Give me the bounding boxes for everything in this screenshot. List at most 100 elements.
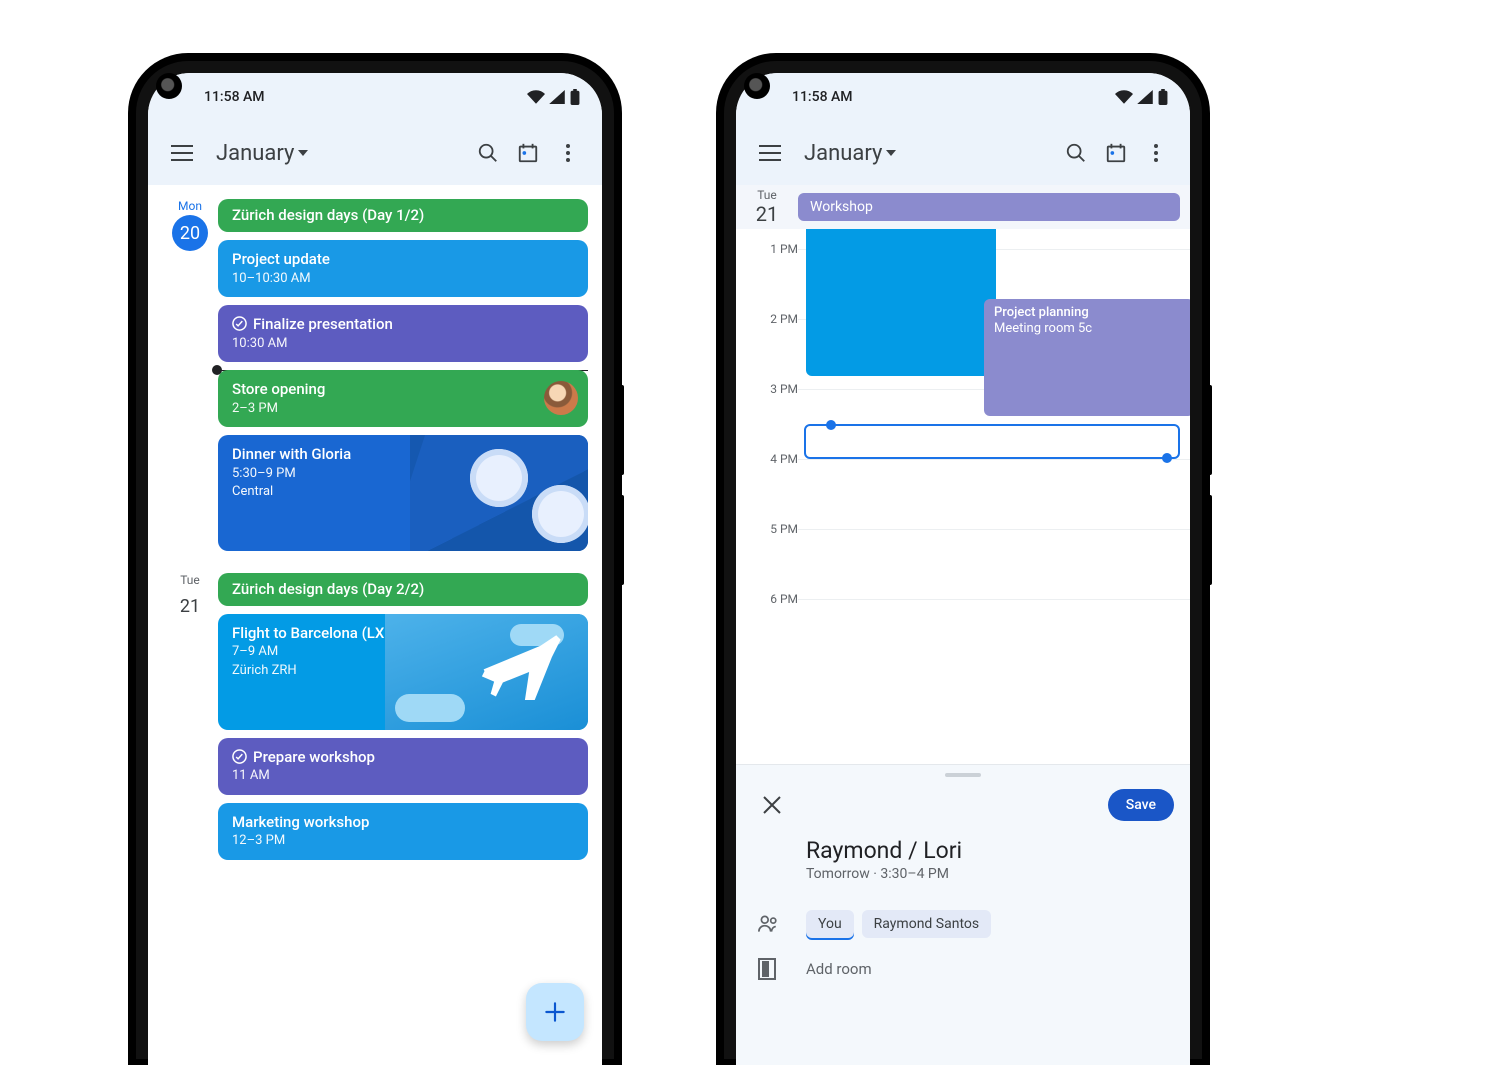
hour-label: 5 PM	[736, 522, 806, 536]
resize-handle-bottom[interactable]	[1162, 453, 1172, 463]
hour-label: 3 PM	[736, 382, 806, 396]
event-title: Project planning	[994, 305, 1184, 321]
calendar-today-icon	[1105, 142, 1127, 164]
event[interactable]: Dinner with Gloria5:30–9 PMCentral	[218, 435, 588, 551]
hour-line	[798, 529, 1190, 530]
wifi-icon	[527, 90, 545, 104]
hour-label: 6 PM	[736, 592, 806, 606]
check-circle-icon	[232, 749, 247, 764]
day-header-weekday: Tue	[736, 188, 798, 202]
hour-line	[798, 459, 1190, 460]
attendee-chip[interactable]: Raymond Santos	[862, 910, 991, 938]
month-picker[interactable]: January	[216, 141, 294, 166]
event[interactable]: Zürich design days (Day 1/2)	[218, 199, 588, 232]
save-button-label: Save	[1126, 797, 1156, 813]
plane-icon	[478, 630, 568, 700]
check-circle-icon	[232, 316, 247, 331]
event[interactable]: Prepare workshop 11 AM	[218, 738, 588, 795]
event-subtitle: 11 AM	[232, 768, 574, 784]
today-button[interactable]	[508, 133, 548, 173]
battery-icon	[570, 89, 580, 105]
event-title: Zürich design days (Day 2/2)	[232, 580, 424, 598]
all-day-row: Tue 21 Workshop	[736, 185, 1190, 229]
day-number: 21	[172, 589, 208, 625]
event-illustration	[410, 435, 588, 551]
event-title: Prepare workshop	[253, 748, 375, 766]
event-title: Finalize presentation	[253, 315, 393, 333]
app-bar: January	[736, 121, 1190, 186]
hour-label: 1 PM	[736, 242, 806, 256]
grid-event[interactable]: Project planningMeeting room 5c	[984, 299, 1190, 416]
event-subtitle: Meeting room 5c	[994, 321, 1184, 337]
chevron-down-icon	[886, 150, 896, 156]
search-button[interactable]	[468, 133, 508, 173]
status-bar: 11:58 AM	[148, 73, 602, 121]
hour-label: 2 PM	[736, 312, 806, 326]
event[interactable]: Zürich design days (Day 2/2)	[218, 573, 588, 606]
attendee-chips: You Raymond Santos	[806, 910, 991, 938]
calendar-today-icon	[517, 142, 539, 164]
event-subtitle: 10:30 AM	[232, 336, 574, 352]
day-grid[interactable]: 1 PM 2 PM 3 PM 4 PM 5 PM 6 PM Meeting room 4aP…	[736, 229, 1190, 649]
attendee-chip-you[interactable]: You	[806, 910, 854, 938]
front-camera	[156, 73, 182, 99]
add-room-button[interactable]: Add room	[806, 960, 872, 978]
event-title: Marketing workshop	[232, 813, 369, 831]
overflow-button[interactable]	[1136, 133, 1176, 173]
menu-button[interactable]	[750, 133, 790, 173]
event-subtitle: 10–10:30 AM	[232, 271, 574, 287]
event-subtitle: 12–3 PM	[232, 833, 574, 849]
resize-handle-top[interactable]	[826, 420, 836, 430]
search-button[interactable]	[1056, 133, 1096, 173]
cell-signal-icon	[1137, 90, 1153, 104]
event-title: Zürich design days (Day 1/2)	[232, 206, 424, 224]
app-bar: January	[148, 121, 602, 186]
more-vert-icon	[566, 144, 570, 162]
day-weekday: Tue	[162, 573, 218, 587]
cell-signal-icon	[549, 90, 565, 104]
status-time: 11:58 AM	[792, 89, 853, 105]
attendee-avatar	[544, 381, 578, 415]
hour-label: 4 PM	[736, 452, 806, 466]
event[interactable]: Marketing workshop 12–3 PM	[218, 803, 588, 860]
event[interactable]: Finalize presentation 10:30 AM	[218, 305, 588, 362]
create-event-fab[interactable]	[526, 983, 584, 1041]
new-event-slot[interactable]	[804, 424, 1180, 459]
event-subtitle: 2–3 PM	[232, 401, 574, 417]
day-header-number: 21	[736, 202, 798, 226]
today-button[interactable]	[1096, 133, 1136, 173]
overflow-button[interactable]	[548, 133, 588, 173]
event-title: Project update	[232, 250, 330, 268]
all-day-event[interactable]: Workshop	[798, 193, 1180, 221]
chevron-down-icon	[298, 150, 308, 156]
event[interactable]: Project update 10–10:30 AM	[218, 240, 588, 297]
hamburger-icon	[759, 145, 781, 161]
front-camera	[744, 73, 770, 99]
day-number: 20	[172, 215, 208, 251]
hamburger-icon	[171, 145, 193, 161]
more-vert-icon	[1154, 144, 1158, 162]
menu-button[interactable]	[162, 133, 202, 173]
room-icon	[758, 958, 776, 980]
month-picker[interactable]: January	[804, 141, 882, 166]
all-day-event-title: Workshop	[810, 199, 873, 215]
people-icon	[758, 915, 780, 933]
status-time: 11:58 AM	[204, 89, 265, 105]
close-sheet-button[interactable]	[752, 785, 792, 825]
event-title: Store opening	[232, 380, 325, 398]
grid-event[interactable]: Meeting room 4a	[806, 229, 996, 376]
plus-icon	[542, 999, 568, 1025]
hour-line	[798, 599, 1190, 600]
event-title-input[interactable]: Raymond / Lori	[806, 837, 1190, 864]
day-weekday: Mon	[162, 199, 218, 213]
event-illustration	[385, 614, 589, 730]
search-icon	[477, 142, 499, 164]
search-icon	[1065, 142, 1087, 164]
battery-icon	[1158, 89, 1168, 105]
save-button[interactable]: Save	[1108, 789, 1174, 821]
sheet-handle[interactable]	[945, 773, 981, 777]
event[interactable]: Flight to Barcelona (LX 1952)7–9 AMZüric…	[218, 614, 588, 730]
event[interactable]: Store opening 2–3 PM	[218, 370, 588, 427]
event-time-summary[interactable]: Tomorrow · 3:30–4 PM	[806, 866, 1190, 882]
quick-create-sheet: Save Raymond / Lori Tomorrow · 3:30–4 PM…	[736, 764, 1190, 1065]
